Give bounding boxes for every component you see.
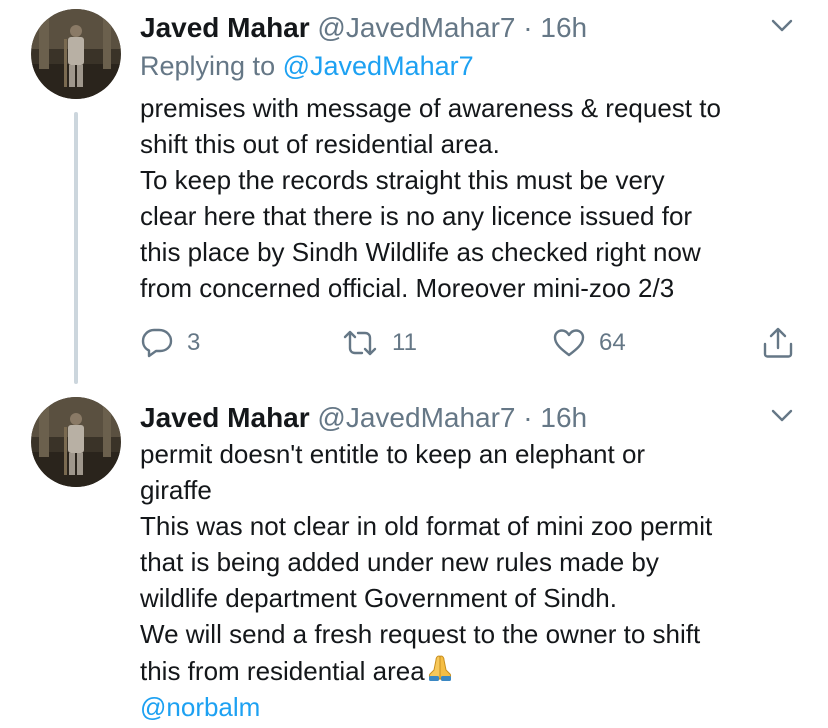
tweet-line: We will send a fresh request to the owne…	[140, 619, 701, 649]
mention-line: @norbalm	[140, 689, 712, 725]
tweet-line: wildlife department Government of Sindh.	[140, 583, 617, 613]
retweet-button[interactable]: 11	[342, 326, 417, 360]
avatar[interactable]	[31, 397, 121, 487]
tweet-line: this place by Sindh Wildlife as checked …	[140, 237, 701, 267]
tweet-line-last: this from residential area	[140, 652, 712, 689]
tweet-line: that is being added under new rules made…	[140, 547, 659, 577]
retweet-count: 11	[392, 329, 417, 356]
mention-link[interactable]: @norbalm	[140, 692, 260, 722]
replying-prefix: Replying to	[140, 51, 276, 81]
share-button[interactable]	[762, 326, 794, 360]
timestamp[interactable]: 16h	[540, 12, 587, 43]
share-icon	[763, 327, 793, 358]
tweet-line: shift this out of residential area.	[140, 129, 500, 159]
like-button[interactable]: 64	[553, 326, 626, 360]
tweet-header: Javed Mahar @JavedMahar7 · 16h	[140, 402, 587, 434]
tweet-header: Javed Mahar @JavedMahar7 · 16h	[140, 12, 587, 44]
chevron-down-icon[interactable]	[770, 18, 794, 34]
author-handle[interactable]: @JavedMahar7	[317, 12, 515, 43]
author-name[interactable]: Javed Mahar	[140, 12, 310, 43]
tweet[interactable]: Javed Mahar @JavedMahar7 · 16h Replying …	[0, 0, 828, 390]
timestamp[interactable]: 16h	[540, 402, 587, 433]
tweet-line: premises with message of awareness & req…	[140, 93, 721, 123]
like-count: 64	[599, 329, 626, 356]
thread-line	[74, 112, 78, 384]
separator: ·	[523, 402, 533, 433]
tweet[interactable]: Javed Mahar @JavedMahar7 · 16h permit do…	[0, 390, 828, 728]
tweet-line: To keep the records straight this must b…	[140, 165, 665, 195]
tweet-line: This was not clear in old format of mini…	[140, 511, 713, 541]
avatar-image	[31, 9, 121, 99]
reply-button[interactable]: 3	[141, 326, 200, 360]
author-handle[interactable]: @JavedMahar7	[317, 402, 515, 433]
tweet-line: from concerned official. Moreover mini-z…	[140, 273, 675, 303]
tweet-line: giraffe	[140, 475, 212, 505]
avatar[interactable]	[31, 9, 121, 99]
separator: ·	[523, 12, 533, 43]
reply-icon	[141, 328, 173, 358]
replying-to-mention[interactable]: @JavedMahar7	[283, 51, 474, 81]
tweet-text: permit doesn't entitle to keep an elepha…	[140, 436, 712, 725]
tweet-line: clear here that there is no any licence …	[140, 201, 693, 231]
folded-hands-emoji	[428, 655, 451, 681]
tweet-line: permit doesn't entitle to keep an elepha…	[140, 439, 646, 469]
avatar-image	[31, 397, 121, 487]
author-name[interactable]: Javed Mahar	[140, 402, 310, 433]
retweet-icon	[343, 330, 377, 356]
reply-count: 3	[187, 329, 201, 356]
tweet-line: this from residential area	[140, 656, 425, 686]
chevron-down-icon[interactable]	[770, 408, 794, 424]
tweet-text: premises with message of awareness & req…	[140, 90, 721, 306]
replying-to: Replying to @JavedMahar7	[140, 50, 474, 82]
heart-icon	[553, 329, 585, 357]
